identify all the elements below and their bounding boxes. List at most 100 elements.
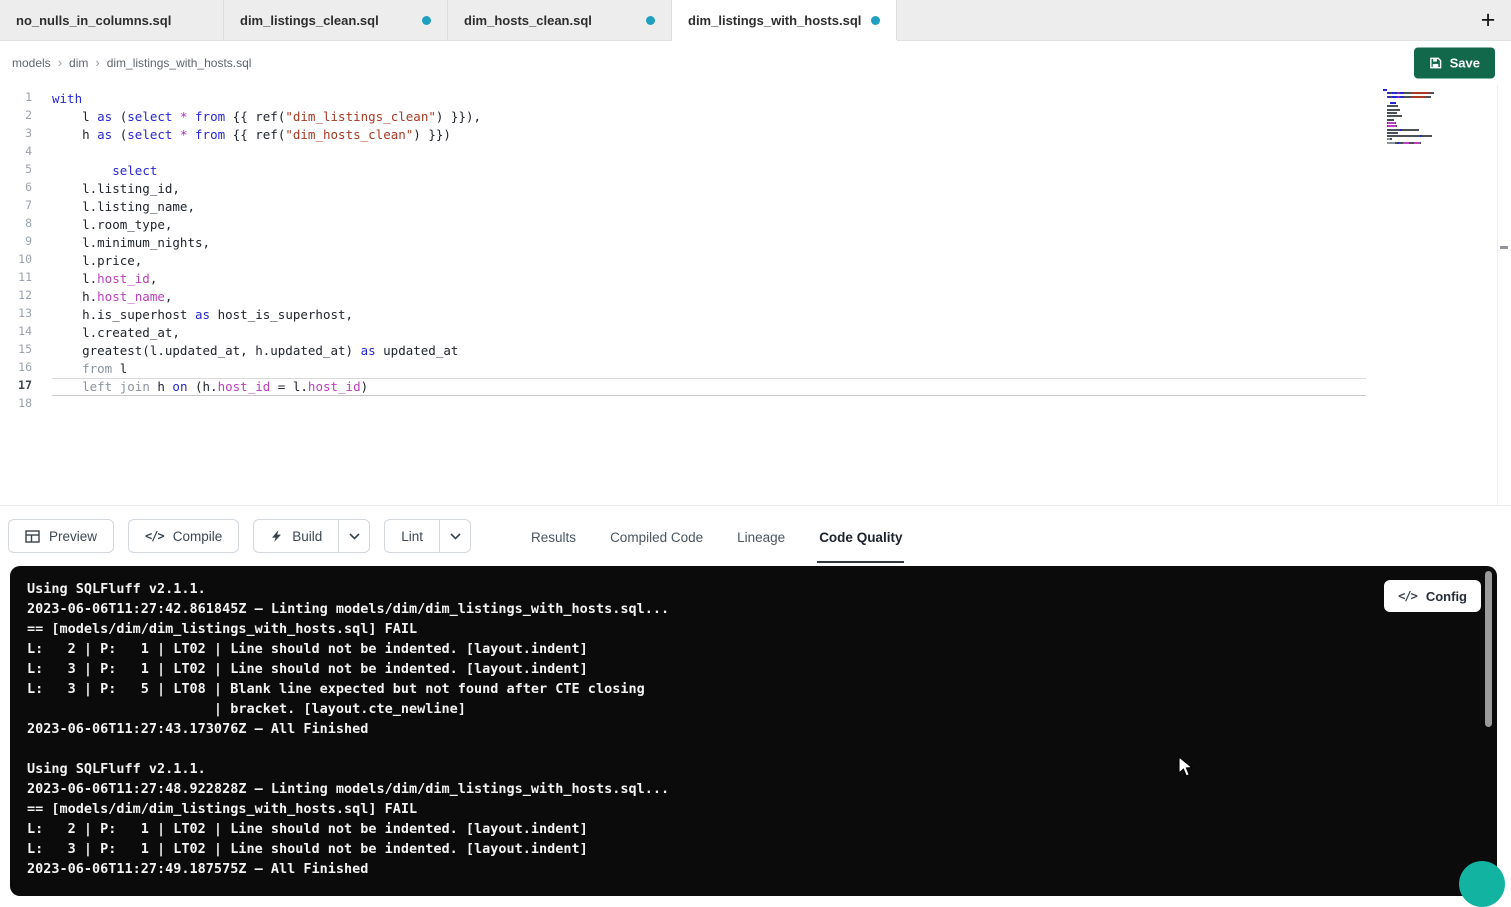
panel-tab-compiled-code[interactable]: Compiled Code	[608, 510, 705, 563]
minimap-token	[1383, 89, 1387, 91]
preview-button[interactable]: Preview	[8, 519, 114, 553]
panel-tabs: Results Compiled Code Lineage Code Quality	[529, 506, 904, 566]
minimap-line	[1383, 122, 1461, 124]
terminal-line: == [models/dim/dim_listings_with_hosts.s…	[27, 799, 1480, 819]
line-number: 12	[0, 288, 44, 306]
minimap-token	[1387, 112, 1398, 114]
code-token: l.	[52, 271, 97, 286]
terminal-line	[27, 739, 1480, 759]
code-line: l.listing_id,	[52, 180, 1366, 198]
minimap-token	[1388, 125, 1396, 127]
code-editor[interactable]: 123456789101112131415161718 with l as (s…	[0, 85, 1511, 506]
code-token: (h.	[187, 379, 217, 394]
terminal-scrollbar-thumb[interactable]	[1485, 571, 1492, 727]
terminal-line: 2023-06-06T11:27:43.173076Z — All Finish…	[27, 719, 1480, 739]
minimap-line	[1383, 129, 1461, 131]
terminal-panel: Using SQLFluff v2.1.1.2023-06-06T11:27:4…	[10, 566, 1497, 896]
code-token	[52, 361, 82, 376]
minimap-token	[1395, 122, 1396, 124]
minimap-token	[1387, 115, 1402, 117]
minimap-token	[1404, 92, 1411, 94]
file-tab-label: dim_hosts_clean.sql	[464, 13, 592, 28]
save-button[interactable]: Save	[1414, 48, 1495, 79]
build-dropdown-button[interactable]	[338, 519, 370, 553]
terminal-line: L: 2 | P: 1 | LT02 | Line should not be …	[27, 819, 1480, 839]
editor-gutter: 123456789101112131415161718	[0, 85, 44, 505]
code-token: select	[127, 109, 172, 124]
editor-scrollbar[interactable]	[1497, 85, 1511, 505]
lint-dropdown-button[interactable]	[439, 519, 471, 553]
code-token: updated_at	[376, 343, 459, 358]
code-line: l.host_id,	[52, 270, 1366, 288]
code-token: {{ ref(	[225, 109, 285, 124]
code-token	[188, 109, 196, 124]
build-icon	[270, 529, 283, 543]
code-line: l.room_type,	[52, 216, 1366, 234]
minimap-token	[1387, 105, 1399, 107]
minimap-line	[1383, 109, 1461, 111]
panel-tab-code-quality[interactable]: Code Quality	[817, 510, 904, 563]
terminal-line: 2023-06-06T11:27:42.861845Z — Linting mo…	[27, 599, 1480, 619]
code-token: host_id	[308, 379, 361, 394]
code-token: l	[112, 361, 127, 376]
file-tab[interactable]: no_nulls_in_columns.sql	[0, 0, 224, 40]
panel-tab-results[interactable]: Results	[529, 510, 578, 563]
breadcrumb-separator: ›	[95, 55, 99, 70]
file-tab[interactable]: dim_listings_with_hosts.sql	[672, 0, 897, 40]
minimap-line	[1383, 92, 1461, 94]
line-number: 7	[0, 198, 44, 216]
code-line: left join h on (h.host_id = l.host_id)	[52, 378, 1366, 396]
file-tab[interactable]: dim_listings_clean.sql	[224, 0, 448, 40]
terminal-line: | bracket. [layout.cte_newline]	[27, 699, 1480, 719]
code-line: h.host_name,	[52, 288, 1366, 306]
minimap-line	[1383, 135, 1461, 137]
minimap-line	[1383, 119, 1461, 121]
line-number: 14	[0, 324, 44, 342]
code-token: l.created_at,	[52, 325, 180, 340]
breadcrumb: models›dim›dim_listings_with_hosts.sql	[12, 54, 251, 72]
save-icon	[1429, 57, 1442, 70]
code-line	[52, 396, 1366, 414]
build-button[interactable]: Build	[253, 519, 338, 553]
config-icon: </>	[1398, 589, 1417, 603]
lint-button[interactable]: Lint	[384, 519, 439, 553]
editor-minimap[interactable]	[1383, 89, 1461, 148]
file-tab-label: dim_listings_clean.sql	[240, 13, 379, 28]
minimap-token	[1390, 102, 1395, 104]
compile-button[interactable]: </> Compile	[128, 519, 239, 553]
line-number: 15	[0, 342, 44, 360]
code-line: l.created_at,	[52, 324, 1366, 342]
minimap-line	[1383, 89, 1461, 91]
line-number: 11	[0, 270, 44, 288]
line-number: 2	[0, 108, 44, 126]
build-button-group: Build	[253, 519, 370, 553]
code-line: h as (select * from {{ ref("dim_hosts_cl…	[52, 126, 1366, 144]
editor-code: with l as (select * from {{ ref("dim_lis…	[44, 85, 1511, 505]
code-token: host_id	[97, 271, 150, 286]
minimap-line	[1383, 105, 1461, 107]
help-bubble-button[interactable]	[1459, 861, 1505, 907]
code-token: h.is_superhost	[52, 307, 195, 322]
code-token: l	[52, 109, 97, 124]
code-token: l.price,	[52, 253, 142, 268]
editor-scrollbar-mark	[1500, 246, 1508, 249]
config-button[interactable]: </> Config	[1384, 580, 1481, 612]
line-number: 8	[0, 216, 44, 234]
code-token: on	[172, 379, 187, 394]
terminal-line: Using SQLFluff v2.1.1.	[27, 579, 1480, 599]
code-token: l.listing_id,	[52, 181, 180, 196]
minimap-line	[1383, 132, 1461, 134]
lint-label: Lint	[401, 529, 423, 544]
minimap-indent	[1383, 102, 1390, 104]
line-number: 18	[0, 396, 44, 414]
file-tab[interactable]: dim_hosts_clean.sql	[448, 0, 672, 40]
unsaved-indicator	[422, 16, 431, 25]
new-tab-button[interactable]: +	[1465, 0, 1511, 40]
code-line: with	[52, 90, 1366, 108]
panel-tab-lineage[interactable]: Lineage	[735, 510, 787, 563]
code-line: l as (select * from {{ ref("dim_listings…	[52, 108, 1366, 126]
minimap-token	[1387, 119, 1394, 121]
code-token: "dim_listings_clean"	[285, 109, 436, 124]
breadcrumb-item: dim	[69, 56, 88, 70]
file-tab-label: dim_listings_with_hosts.sql	[688, 13, 861, 28]
